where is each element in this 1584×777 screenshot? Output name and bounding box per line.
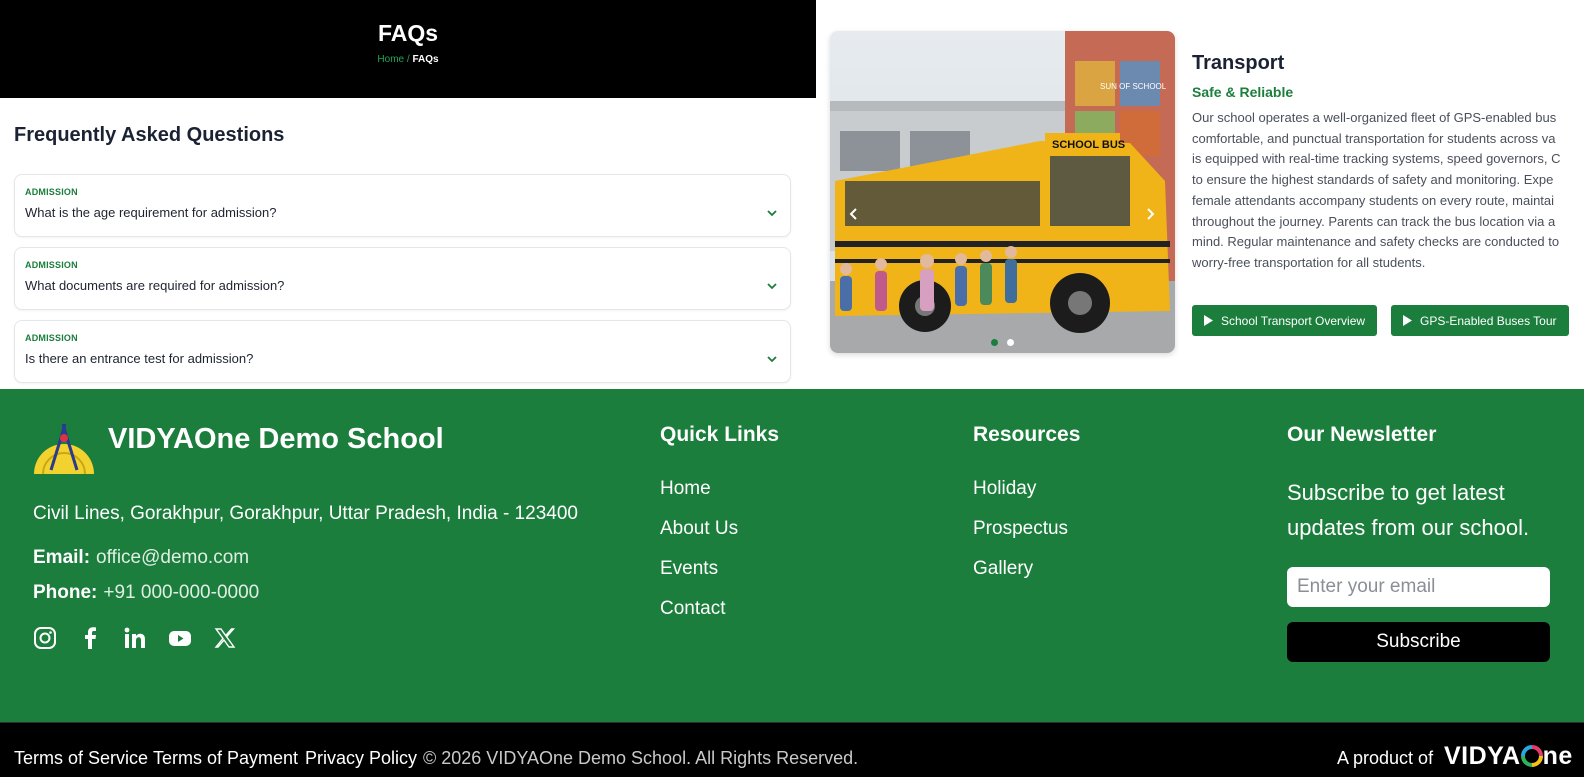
newsletter-text: Subscribe to get latest updates from our…: [1287, 480, 1530, 540]
social-links: [33, 626, 237, 650]
slider-dot[interactable]: [1006, 339, 1014, 346]
email-link[interactable]: office@demo.com: [96, 547, 249, 568]
chevron-down-icon: [767, 283, 777, 290]
page-title: FAQs: [377, 20, 439, 46]
linkedin-icon[interactable]: [123, 626, 147, 650]
button-label: School Transport Overview: [1221, 313, 1366, 328]
slider-prev-icon[interactable]: [847, 207, 861, 221]
privacy-policy-link[interactable]: Privacy Policy: [305, 748, 417, 769]
facebook-icon[interactable]: [78, 626, 102, 650]
page-hero: FAQs Home / FAQs: [0, 0, 816, 98]
transport-description: Our school operates a well-organized fle…: [1192, 110, 1561, 270]
play-icon: [1403, 315, 1412, 326]
button-label: GPS-Enabled Buses Tour: [1420, 313, 1557, 328]
footer-link-contact[interactable]: Contact: [660, 598, 725, 620]
breadcrumb-current: FAQs: [412, 54, 439, 65]
faq-question: What is the age requirement for admissio…: [25, 205, 277, 220]
resources-heading: Resources: [973, 423, 1081, 446]
bus-sign: SCHOOL BUS: [1052, 139, 1125, 151]
bottom-bar: Terms of Service Terms of Payment Privac…: [0, 722, 1584, 777]
vidyaone-brand-logo[interactable]: VIDYA ne: [1444, 742, 1573, 771]
chevron-down-icon: [767, 356, 777, 363]
breadcrumb-home-link[interactable]: Home: [377, 54, 404, 65]
faq-category: ADMISSION: [25, 187, 78, 197]
newsletter-email-input[interactable]: [1287, 567, 1550, 607]
gps-enabled-buses-tour-button[interactable]: GPS-Enabled Buses Tour: [1391, 305, 1569, 336]
product-of-text: A product of: [1337, 748, 1434, 768]
slider-next-icon[interactable]: [1143, 207, 1157, 221]
breadcrumb-separator: /: [406, 54, 410, 65]
faq-item[interactable]: ADMISSION What is the age requirement fo…: [14, 174, 791, 237]
footer-link-gallery[interactable]: Gallery: [973, 558, 1033, 580]
copyright-text: © 2026 VIDYAOne Demo School. All Rights …: [423, 748, 859, 768]
transport-image-slider[interactable]: SUN OF SCHOOL SCHOOL BUS: [830, 31, 1175, 353]
footer-link-events[interactable]: Events: [660, 558, 718, 580]
school-logo-icon: [34, 424, 94, 475]
instagram-icon[interactable]: [33, 626, 57, 650]
phone-label: Phone:: [33, 582, 98, 603]
youtube-icon[interactable]: [168, 626, 192, 650]
slider-dot-active[interactable]: [991, 339, 999, 346]
footer-phone: Phone: +91 000-000-0000: [33, 582, 259, 604]
footer-email: Email: office@demo.com: [33, 547, 249, 569]
faq-question: Is there an entrance test for admission?: [25, 351, 254, 366]
play-icon: [1204, 315, 1213, 326]
transport-section: SUN OF SCHOOL SCHOOL BUS Transport Safe …: [816, 0, 1584, 388]
transport-title: Transport: [1192, 52, 1285, 74]
site-footer: VIDYAOne Demo School Civil Lines, Gorakh…: [0, 389, 1584, 722]
footer-link-prospectus[interactable]: Prospectus: [973, 518, 1068, 540]
newsletter-heading: Our Newsletter: [1287, 423, 1437, 446]
chevron-down-icon: [767, 210, 777, 217]
brand-left: VIDYA: [1444, 742, 1521, 770]
footer-school-name: VIDYAOne Demo School: [108, 423, 444, 455]
faq-category: ADMISSION: [25, 333, 78, 343]
slider-dots: [830, 333, 1175, 351]
breadcrumb: Home / FAQs: [0, 54, 816, 65]
faq-item[interactable]: ADMISSION Is there an entrance test for …: [14, 320, 791, 383]
phone-link[interactable]: +91 000-000-0000: [103, 582, 259, 603]
divider: [0, 722, 1584, 723]
footer-link-holiday[interactable]: Holiday: [973, 478, 1036, 500]
faq-heading: Frequently Asked Questions: [14, 124, 285, 146]
email-label: Email:: [33, 547, 91, 568]
terms-of-payment-link[interactable]: Terms of Payment: [153, 748, 298, 769]
school-transport-overview-button[interactable]: School Transport Overview: [1192, 305, 1378, 336]
brand-right: ne: [1542, 742, 1573, 770]
quick-links-heading: Quick Links: [660, 423, 780, 446]
faq-item[interactable]: ADMISSION What documents are required fo…: [14, 247, 791, 310]
faq-question: What documents are required for admissio…: [25, 278, 285, 293]
footer-link-about-us[interactable]: About Us: [660, 518, 738, 540]
brand-o-icon: [1520, 745, 1543, 767]
terms-of-service-link[interactable]: Terms of Service: [14, 748, 148, 769]
school-bus-photo: SUN OF SCHOOL SCHOOL BUS: [830, 31, 1175, 353]
faq-category: ADMISSION: [25, 260, 78, 270]
building-sign: SUN OF SCHOOL: [1100, 82, 1167, 91]
footer-link-home[interactable]: Home: [660, 478, 711, 500]
subscribe-button[interactable]: Subscribe: [1287, 622, 1550, 662]
x-icon[interactable]: [213, 626, 237, 650]
transport-subtitle: Safe & Reliable: [1192, 84, 1294, 100]
footer-address: Civil Lines, Gorakhpur, Gorakhpur, Uttar…: [33, 503, 578, 524]
